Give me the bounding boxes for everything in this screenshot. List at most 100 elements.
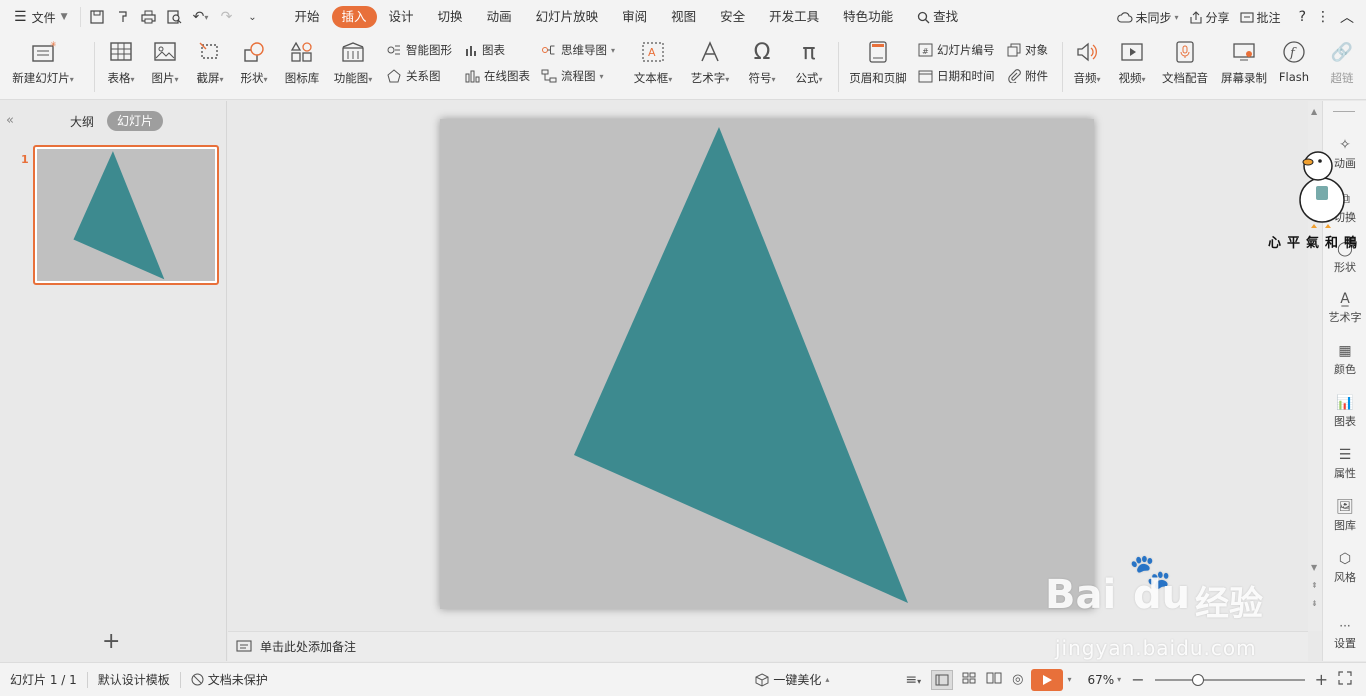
share-label: 分享 [1205, 10, 1230, 25]
icon-library-button[interactable]: 图标库 [280, 38, 324, 86]
duck-sticker: 心平氣和鴨 [1268, 142, 1366, 252]
sync-button[interactable]: 未同步 ▾ [1116, 9, 1179, 26]
screenshot-button[interactable]: 截屏▾ [190, 38, 230, 86]
zoom-dropdown-icon[interactable]: ▾ [1117, 675, 1121, 684]
datetime-label: 日期和时间 [937, 69, 995, 83]
scroll-down-icon[interactable]: ▼ [1311, 563, 1317, 572]
header-footer-button[interactable]: 页眉和页脚 [846, 38, 910, 86]
reading-view-icon[interactable] [986, 672, 1002, 687]
tab-review[interactable]: 审阅 [610, 6, 659, 28]
slide-sorter-icon[interactable] [962, 672, 976, 687]
flash-button[interactable]: f Flash [1274, 38, 1314, 84]
presenter-view-icon[interactable]: ◎ [1012, 672, 1023, 687]
online-chart-button[interactable]: 在线图表 [464, 68, 530, 84]
help-button[interactable]: ? [1299, 9, 1306, 25]
collapse-panel-icon[interactable]: « [6, 113, 14, 128]
audio-button[interactable]: 音频▾ [1066, 38, 1108, 86]
prev-slide-icon[interactable]: ⇞ [1311, 581, 1318, 590]
add-slide-button[interactable]: + [102, 629, 120, 654]
zoom-level[interactable]: 67% [1088, 673, 1115, 687]
comment-button[interactable]: 批注 [1239, 9, 1281, 26]
file-menu-button[interactable]: ☰ 文件 ▼ [0, 0, 74, 34]
scroll-up-icon[interactable]: ▲ [1311, 107, 1317, 116]
doc-dub-button[interactable]: 文档配音 [1156, 38, 1214, 86]
symbol-button[interactable]: Ω 符号▾ [740, 38, 784, 86]
sidebar-item-gallery[interactable]: 🖼 图库 [1323, 499, 1366, 533]
undo-icon[interactable]: ↶ ▾ [193, 9, 209, 25]
format-painter-icon[interactable] [115, 9, 131, 25]
slide-thumbnail[interactable] [33, 145, 219, 285]
sidebar-item-wordart[interactable]: A̲ 艺术字 [1323, 291, 1366, 325]
redo-icon[interactable]: ↷ [219, 9, 235, 25]
fit-window-icon[interactable] [1338, 671, 1352, 688]
new-slide-button[interactable]: ✳ 新建幻灯片▾ [10, 38, 76, 86]
tab-animations[interactable]: 动画 [475, 6, 524, 28]
sidebar-item-style[interactable]: ⬡ 风格 [1323, 551, 1366, 585]
formula-button[interactable]: π 公式▾ [787, 38, 831, 86]
tab-view[interactable]: 视图 [659, 6, 708, 28]
tab-transitions[interactable]: 切换 [426, 6, 475, 28]
relation-chart-button[interactable]: 关系图 [386, 68, 441, 84]
flash-icon: f [1280, 38, 1308, 66]
tab-slideshow[interactable]: 幻灯片放映 [524, 6, 611, 28]
mind-map-button[interactable]: 思维导图 ▾ [541, 42, 615, 58]
slide-number-icon: # [918, 43, 933, 57]
symbol-label: 符号 [748, 71, 772, 85]
audio-label: 音频 [1073, 71, 1097, 85]
notes-toggle-icon[interactable]: ≡▾ [905, 672, 921, 688]
sidebar-item-properties[interactable]: ☰ 属性 [1323, 447, 1366, 481]
collapse-ribbon-icon[interactable]: ︿ [1340, 7, 1354, 27]
picture-button[interactable]: 图片▾ [145, 38, 185, 86]
shape-button[interactable]: 形状▾ [234, 38, 274, 86]
template-name[interactable]: 默认设计模板 [88, 671, 180, 688]
sidebar-label-wordart: 艺术字 [1328, 311, 1362, 324]
smart-art-button[interactable]: 智能图形 [386, 42, 452, 58]
normal-view-icon[interactable] [931, 669, 954, 690]
sidebar-item-color[interactable]: ▦ 颜色 [1323, 343, 1366, 377]
object-button[interactable]: 对象 [1007, 42, 1048, 58]
share-button[interactable]: 分享 [1189, 9, 1230, 26]
slide-number-button[interactable]: # 幻灯片编号 [918, 42, 995, 58]
smart-art-label: 智能图形 [406, 43, 452, 57]
tab-developer[interactable]: 开发工具 [757, 6, 831, 28]
search-button[interactable]: 查找 [905, 6, 970, 28]
datetime-button[interactable]: 日期和时间 [918, 68, 995, 84]
table-button[interactable]: 表格▾ [101, 38, 141, 86]
tab-home[interactable]: 开始 [283, 6, 332, 28]
zoom-out-icon[interactable]: − [1131, 670, 1144, 689]
zoom-in-icon[interactable]: + [1315, 670, 1328, 689]
hyperlink-button[interactable]: 🔗 超链 [1322, 38, 1362, 86]
beautify-button[interactable]: 一键美化 ▴ [745, 671, 839, 688]
tab-insert[interactable]: 插入 [331, 6, 377, 28]
video-button[interactable]: 视频▾ [1110, 38, 1154, 86]
cube-icon [755, 672, 769, 687]
save-icon[interactable] [89, 9, 105, 25]
textbox-button[interactable]: A 文本框▾ [627, 38, 679, 86]
flowchart-button[interactable]: 流程图 ▾ [541, 68, 604, 84]
tab-slides[interactable]: 幻灯片 [107, 111, 163, 131]
sidebar-item-settings[interactable]: ··· 设置 [1323, 619, 1366, 651]
customize-dropdown-icon[interactable]: ⌄ [245, 9, 261, 25]
protect-status[interactable]: 文档未保护 [181, 671, 278, 688]
print-preview-icon[interactable] [167, 9, 183, 25]
attachment-button[interactable]: 附件 [1007, 68, 1048, 84]
flash-label: Flash [1278, 70, 1310, 84]
tab-design[interactable]: 设计 [377, 6, 426, 28]
tab-outline[interactable]: 大纲 [70, 113, 94, 130]
tab-features[interactable]: 特色功能 [831, 6, 905, 28]
sidebar-item-chart[interactable]: 📊 图表 [1323, 395, 1366, 429]
zoom-slider[interactable] [1154, 673, 1305, 686]
triangle-shape[interactable] [574, 127, 908, 603]
tab-security[interactable]: 安全 [708, 6, 757, 28]
next-slide-icon[interactable]: ⇟ [1311, 599, 1318, 608]
function-chart-button[interactable]: 功能图▾ [328, 38, 378, 86]
screen-record-button[interactable]: 屏幕录制 [1215, 38, 1273, 86]
wordart-button[interactable]: 艺术字▾ [684, 38, 736, 86]
play-options-icon[interactable]: ▾ [1067, 675, 1071, 684]
chart-button[interactable]: 图表 [464, 42, 505, 58]
print-icon[interactable] [141, 9, 157, 25]
slide-canvas[interactable] [440, 119, 1094, 609]
zoom-slider-knob[interactable] [1192, 673, 1205, 686]
play-slideshow-button[interactable] [1031, 668, 1064, 691]
more-icon[interactable]: ⋮ [1316, 9, 1330, 25]
